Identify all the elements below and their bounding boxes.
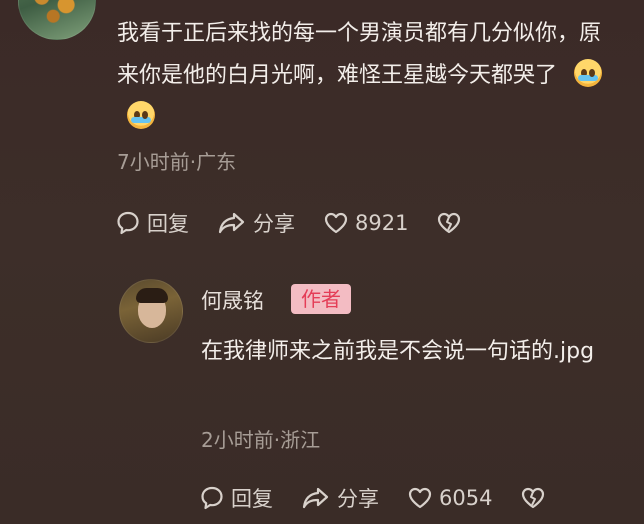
author-badge: 作者 <box>291 284 351 314</box>
author-avatar[interactable] <box>119 279 183 343</box>
reply-text: 在我律师来之前我是不会说一句话的.jpg <box>201 339 595 364</box>
like-button[interactable]: 8921 <box>323 211 408 235</box>
reply-button[interactable]: 回复 <box>115 208 189 238</box>
share-label: 分享 <box>337 487 379 511</box>
avatar-hair <box>136 288 168 303</box>
share-icon <box>218 212 245 234</box>
reply-author-name[interactable]: 何晟铭 <box>201 285 264 315</box>
commenter-avatar[interactable] <box>18 0 96 40</box>
comment-text: 我看于正后来找的每一个男演员都有几分似你，原来你是他的白月光啊，难怪王星越今天都… <box>117 21 602 88</box>
broken-heart-icon <box>438 212 461 234</box>
comment-body: 我看于正后来找的每一个男演员都有几分似你，原来你是他的白月光啊，难怪王星越今天都… <box>117 13 622 139</box>
comment-icon <box>201 486 223 510</box>
comment-actions: 回复 分享 8921 <box>115 208 496 238</box>
share-button[interactable]: 分享 <box>301 483 379 513</box>
like-count: 6054 <box>439 486 493 510</box>
reply-label: 回复 <box>147 212 189 236</box>
like-button[interactable]: 6054 <box>407 486 492 510</box>
share-icon <box>302 487 329 509</box>
dislike-button[interactable] <box>436 211 468 235</box>
reply-button[interactable]: 回复 <box>199 483 273 513</box>
broken-heart-icon <box>522 487 545 509</box>
heart-icon <box>408 487 432 509</box>
reply-meta: 2小时前·浙江 <box>201 428 321 452</box>
reply-label: 回复 <box>231 487 273 511</box>
crying-emoji-icon <box>574 59 603 87</box>
heart-icon <box>324 212 348 234</box>
comment-icon <box>117 211 139 235</box>
share-label: 分享 <box>253 212 295 236</box>
like-count: 8921 <box>355 211 409 235</box>
share-button[interactable]: 分享 <box>217 208 295 238</box>
comment-meta: 7小时前·广东 <box>117 150 237 174</box>
crying-emoji-icon <box>127 101 155 129</box>
reply-actions: 回复 分享 6054 <box>199 483 580 513</box>
dislike-button[interactable] <box>520 486 552 510</box>
